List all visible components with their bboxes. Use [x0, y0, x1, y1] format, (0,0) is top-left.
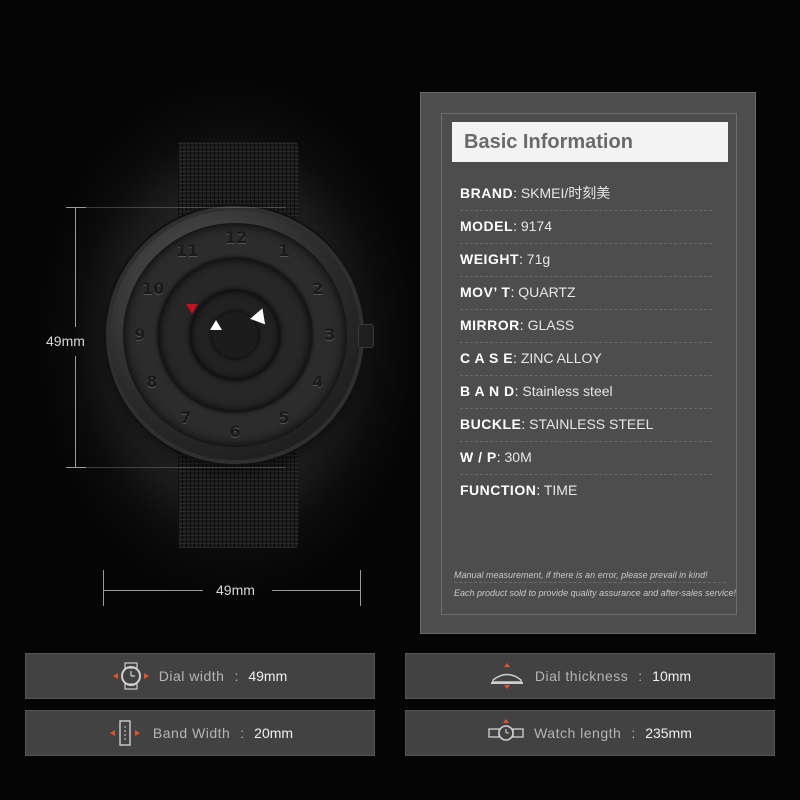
- dial-number: 1: [278, 241, 290, 260]
- spec-value: ZINC ALLOY: [520, 350, 602, 366]
- watch-length-card: Watch length:235mm: [405, 710, 775, 756]
- width-dim-cap-left: [103, 570, 104, 606]
- spec-value: TIME: [543, 482, 578, 498]
- spec-value: Stainless steel: [522, 383, 613, 399]
- spec-row-movement: MOV’ T: QUARTZ: [460, 277, 712, 310]
- spec-label: MOV’ T: [460, 284, 511, 300]
- red-hour-pointer: [186, 304, 198, 314]
- dial-width-icon: [112, 661, 149, 691]
- band-width-icon: [107, 718, 143, 748]
- spec-value: 30M: [504, 449, 532, 465]
- card-separator: :: [638, 668, 643, 684]
- white-minute-pointer: [210, 320, 222, 330]
- measurement-note: Manual measurement, if there is an error…: [454, 570, 708, 580]
- watch-length-label: Watch length: [534, 725, 622, 741]
- card-separator: :: [631, 725, 636, 741]
- spec-value: STAINLESS STEEL: [529, 416, 654, 432]
- band-width-value: 20mm: [254, 725, 294, 741]
- basic-info-panel: Basic Information BRAND: SKMEI/时刻美 MODEL…: [420, 92, 756, 634]
- width-dim-line-right: [272, 590, 360, 591]
- spec-row-model: MODEL: 9174: [460, 211, 712, 244]
- watch-length-icon: [488, 718, 524, 748]
- spec-separator: :: [536, 482, 541, 498]
- width-dim-line-left: [103, 590, 203, 591]
- dial-thickness-value: 10mm: [652, 668, 692, 684]
- card-separator: :: [240, 725, 245, 741]
- spec-label: C A S E: [460, 350, 514, 366]
- dial-width-card: Dial width:49mm: [25, 653, 375, 699]
- note-divider: [454, 582, 726, 583]
- height-dim-line-lower: [75, 356, 76, 468]
- spec-label: BUCKLE: [460, 416, 522, 432]
- watch-crown: [358, 324, 374, 348]
- height-dim-cap-top: [66, 207, 86, 208]
- dial-width-value: 49mm: [248, 668, 288, 684]
- spec-separator: :: [513, 218, 517, 234]
- spec-value: SKMEI/时刻美: [520, 185, 611, 201]
- dial-number: 6: [229, 422, 241, 441]
- height-dimension-label: 49mm: [46, 333, 85, 349]
- spec-row-buckle: BUCKLE: STAINLESS STEEL: [460, 409, 712, 442]
- width-dim-cap-right: [360, 570, 361, 606]
- spec-value: QUARTZ: [518, 284, 576, 300]
- dial-number: 4: [312, 372, 324, 391]
- dial-thickness-card: Dial thickness:10mm: [405, 653, 775, 699]
- dial-number: 5: [278, 408, 290, 427]
- spec-label: B A N D: [460, 383, 515, 399]
- spec-row-water-proof: W / P: 30M: [460, 442, 712, 475]
- dial-width-label: Dial width: [158, 668, 225, 684]
- height-dim-guide-bottom: [86, 467, 286, 468]
- spec-label: W / P: [460, 449, 497, 465]
- spec-label: MIRROR: [460, 317, 520, 333]
- spec-value: 9174: [520, 218, 552, 234]
- spec-label: FUNCTION: [460, 482, 537, 498]
- spec-separator: :: [513, 350, 517, 366]
- basic-info-frame: Basic Information BRAND: SKMEI/时刻美 MODEL…: [441, 113, 737, 615]
- spec-row-weight: WEIGHT: 71g: [460, 244, 712, 277]
- spec-value: 71g: [526, 251, 551, 267]
- width-dimension-label: 49mm: [216, 582, 255, 598]
- height-dim-cap-bottom: [66, 467, 86, 468]
- spec-row-function: FUNCTION: TIME: [460, 475, 712, 508]
- spec-separator: :: [521, 416, 526, 432]
- card-separator: :: [234, 668, 239, 684]
- height-dim-line-upper: [75, 207, 76, 327]
- dial-number: 3: [324, 325, 336, 344]
- spec-label: MODEL: [460, 218, 514, 234]
- spec-label: WEIGHT: [460, 251, 519, 267]
- spec-label: BRAND: [460, 185, 514, 201]
- panel-title: Basic Information: [452, 122, 728, 162]
- watch-image: 12 1 2 3 4 5 6 7 8 9 10 11: [0, 0, 420, 640]
- watch-length-value: 235mm: [645, 725, 692, 741]
- spec-separator: :: [496, 449, 501, 465]
- dial-number: 9: [134, 325, 146, 344]
- spec-row-brand: BRAND: SKMEI/时刻美: [460, 178, 712, 211]
- spec-separator: :: [510, 284, 515, 300]
- spec-row-mirror: MIRROR: GLASS: [460, 310, 712, 343]
- dial-number: 7: [180, 408, 192, 427]
- height-dim-guide-top: [86, 207, 286, 208]
- dial-thickness-icon: [489, 661, 525, 691]
- spec-row-case: C A S E: ZINC ALLOY: [460, 343, 712, 376]
- band-width-card: Band Width:20mm: [25, 710, 375, 756]
- band-width-label: Band Width: [152, 725, 231, 741]
- dial-number: 10: [142, 279, 165, 298]
- spec-row-band: B A N D: Stainless steel: [460, 376, 712, 409]
- service-note: Each product sold to provide quality ass…: [454, 588, 736, 598]
- spec-separator: :: [513, 185, 517, 201]
- spec-separator: :: [514, 383, 519, 399]
- dial-thickness-label: Dial thickness: [534, 668, 629, 684]
- spec-value: GLASS: [527, 317, 575, 333]
- dial-number: 11: [176, 241, 199, 260]
- dial-number: 12: [225, 228, 248, 247]
- spec-separator: :: [519, 317, 524, 333]
- dial-number: 8: [146, 372, 158, 391]
- dial-number: 2: [312, 279, 324, 298]
- spec-separator: :: [519, 251, 523, 267]
